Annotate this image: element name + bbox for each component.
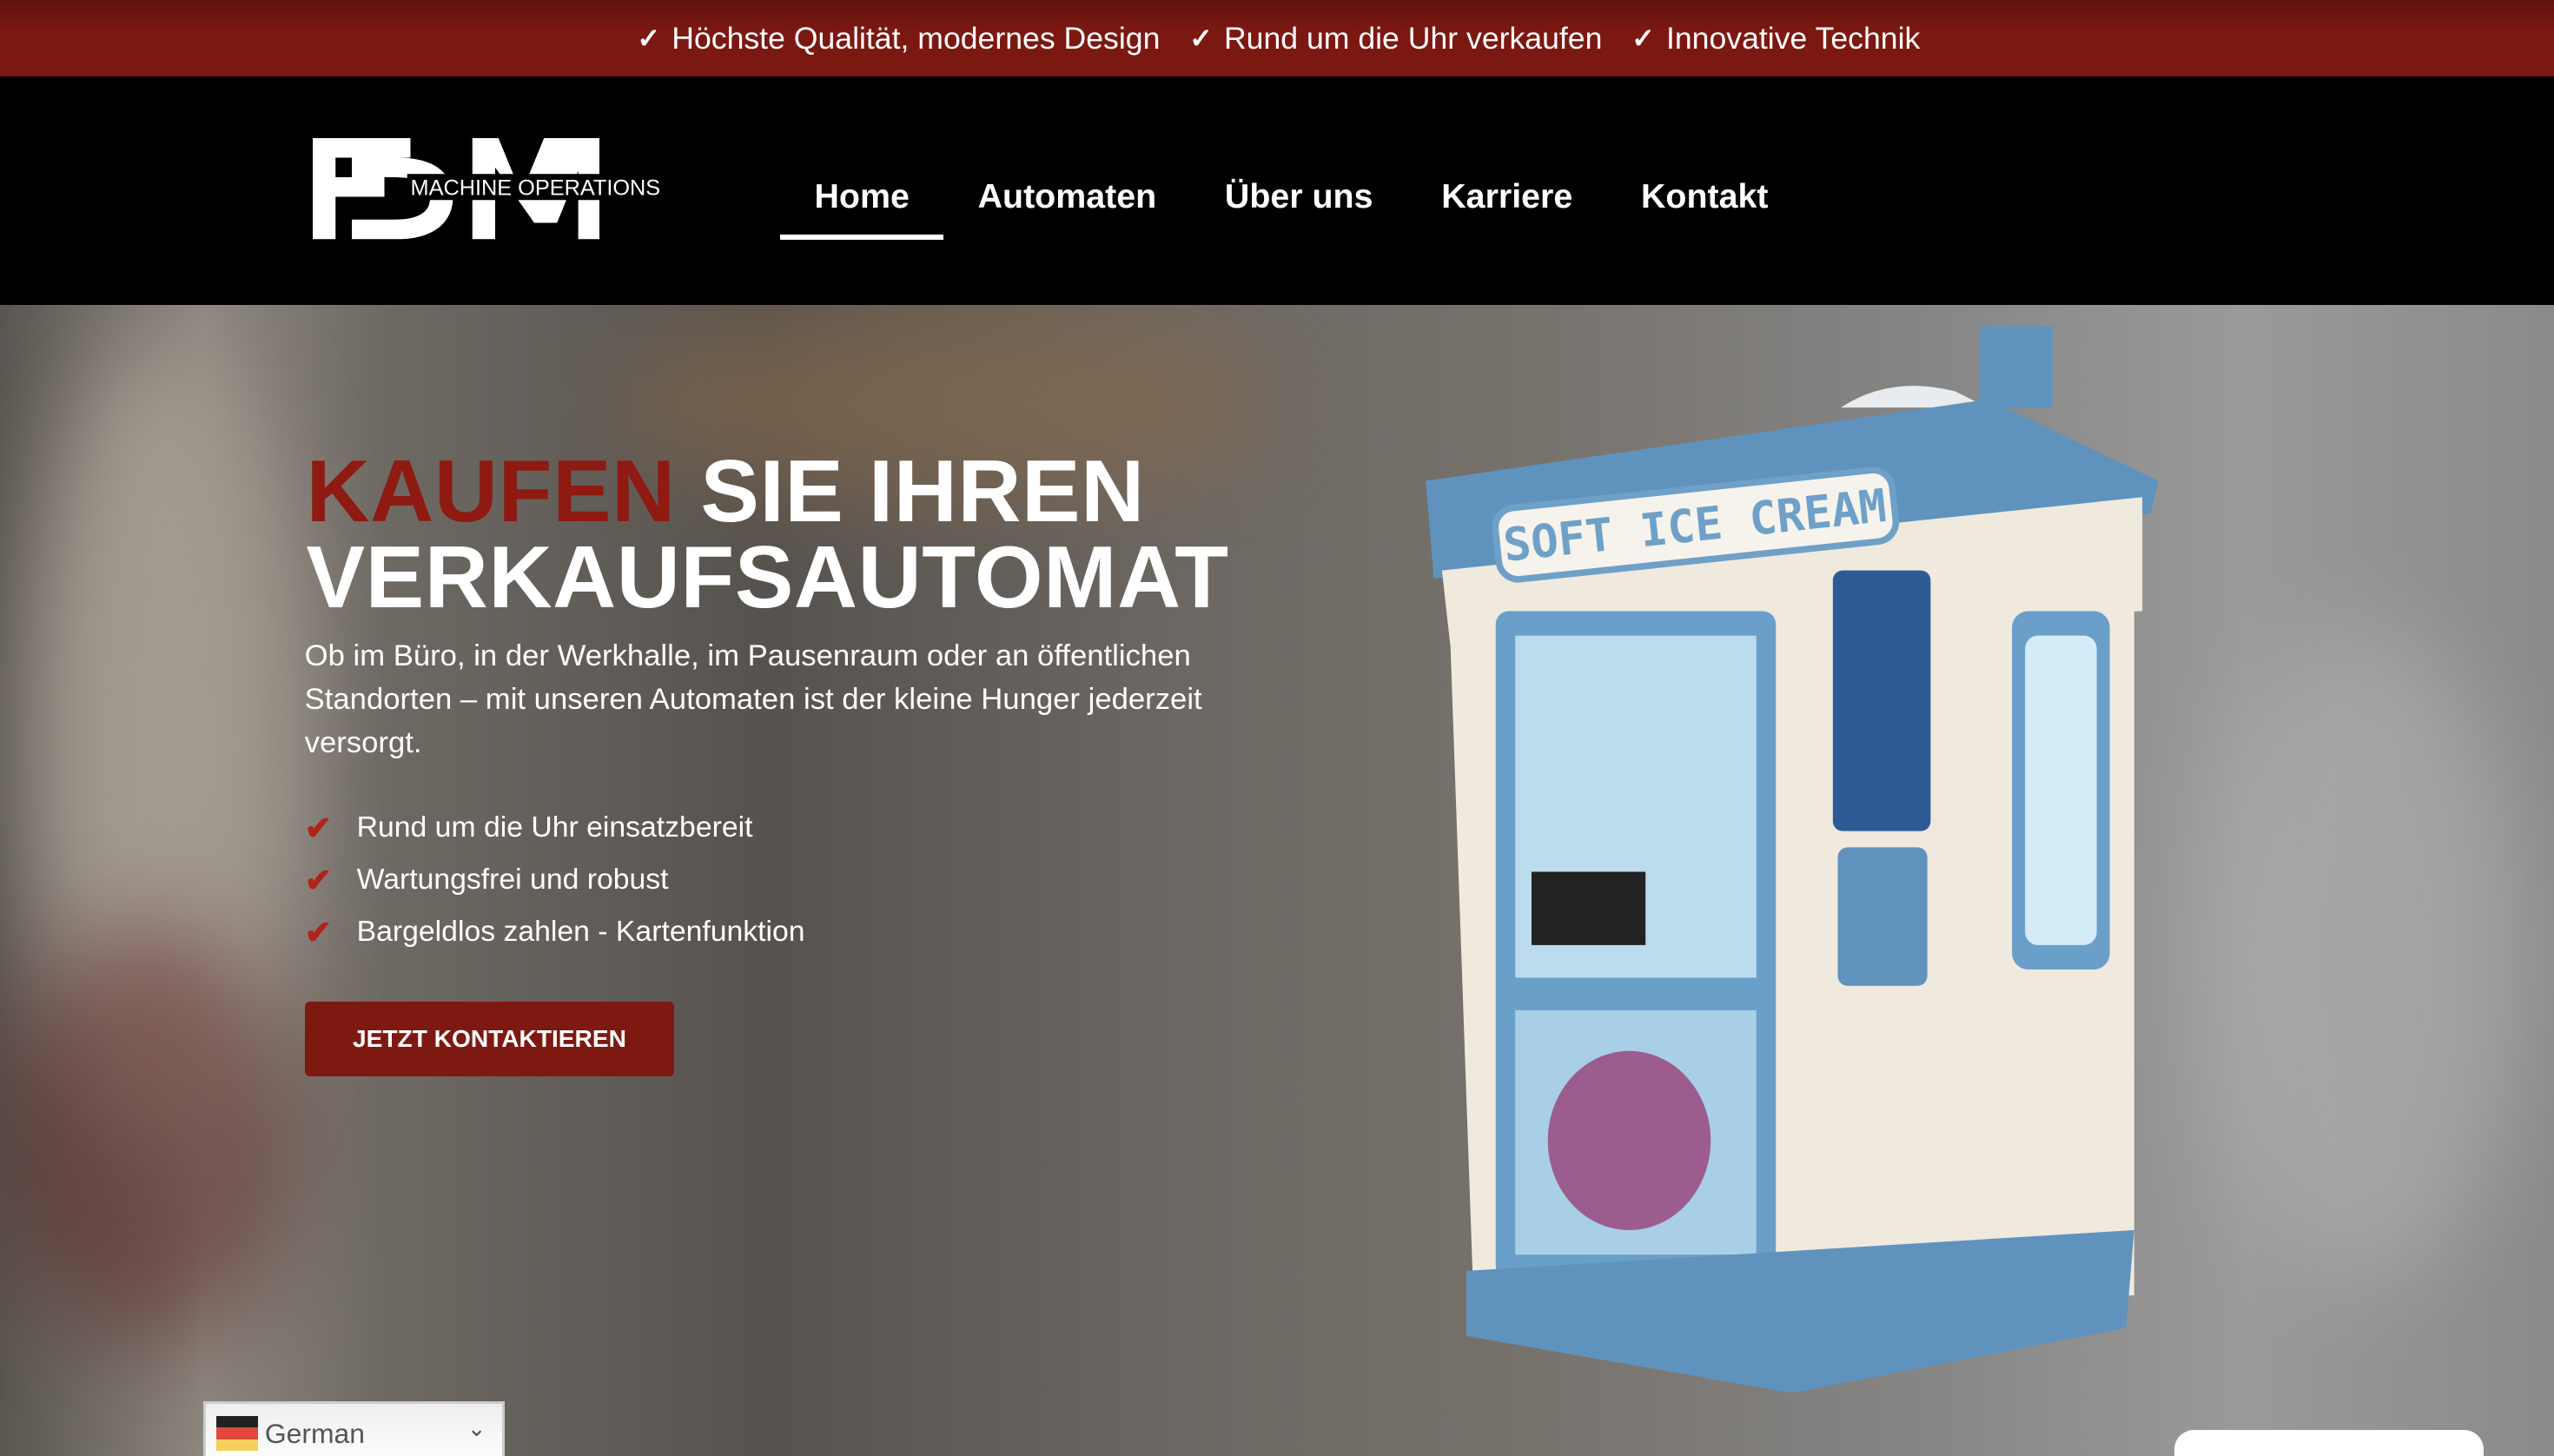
announcement-item: ✓ Innovative Technik bbox=[1631, 21, 1920, 56]
announcement-text: Rund um die Uhr verkaufen bbox=[1223, 20, 1603, 56]
feature-item: ✔ Bargeldlos zahlen - Kartenfunktion bbox=[305, 906, 805, 958]
language-selected: German bbox=[264, 1417, 365, 1449]
hero-title-part: VERKAUFSAUTOMAT bbox=[306, 528, 1229, 626]
german-flag-icon bbox=[215, 1416, 259, 1451]
nav-ueber-uns[interactable]: Über uns bbox=[1191, 177, 1407, 236]
check-icon: ✓ bbox=[1631, 23, 1655, 55]
main-nav: Home Automaten Über uns Karriere Kontakt bbox=[780, 177, 1803, 240]
hero-section: KAUFEN SIE IHREN VERKAUFSAUTOMAT Ob im B… bbox=[0, 304, 2554, 1456]
language-selector[interactable]: German ⌄ bbox=[203, 1400, 506, 1456]
fdm-logo[interactable]: MACHINE OPERATIONS bbox=[313, 138, 679, 242]
nav-home[interactable]: Home bbox=[780, 177, 944, 240]
feature-item: ✔ Wartungsfrei und robust bbox=[305, 854, 805, 906]
floating-widget[interactable] bbox=[2174, 1430, 2485, 1456]
logo-subtitle: MACHINE OPERATIONS bbox=[411, 176, 661, 201]
background-blur bbox=[2199, 630, 2525, 1282]
contact-cta-button[interactable]: JETZT KONTAKTIEREN bbox=[304, 1002, 675, 1077]
feature-text: Rund um die Uhr einsatzbereit bbox=[356, 811, 753, 844]
hero-description: Ob im Büro, in der Werkhalle, im Pausenr… bbox=[304, 639, 1202, 759]
check-icon: ✔ bbox=[304, 809, 333, 846]
top-announcement-bar: ✓ Höchste Qualität, modernes Design ✓ Rund… bbox=[0, 0, 2554, 77]
feature-text: Bargeldlos zahlen - Kartenfunktion bbox=[356, 915, 805, 948]
hero-title-part: SIE IHREN bbox=[675, 441, 1145, 540]
announcement-item: ✓ Höchste Qualität, modernes Design bbox=[637, 21, 1160, 56]
vending-machine-image: SOFT ICE CREAM bbox=[1425, 326, 2159, 1393]
hero-title: KAUFEN SIE IHREN VERKAUFSAUTOMAT bbox=[307, 447, 1229, 621]
announcement-text: Innovative Technik bbox=[1665, 20, 1921, 56]
chevron-down-icon: ⌄ bbox=[466, 1414, 486, 1441]
site-header: MACHINE OPERATIONS Home Automaten Über u… bbox=[0, 76, 2554, 305]
feature-list: ✔ Rund um die Uhr einsatzbereit ✔ Wartungs… bbox=[305, 802, 805, 958]
background-blur bbox=[0, 923, 294, 1347]
check-icon: ✔ bbox=[304, 861, 333, 898]
nav-kontakt[interactable]: Kontakt bbox=[1607, 177, 1803, 236]
nav-karriere[interactable]: Karriere bbox=[1407, 177, 1607, 236]
feature-text: Wartungsfrei und robust bbox=[356, 863, 669, 896]
hero-title-highlight: KAUFEN bbox=[306, 441, 676, 540]
check-icon: ✓ bbox=[1189, 23, 1213, 55]
feature-item: ✔ Rund um die Uhr einsatzbereit bbox=[305, 802, 805, 854]
check-icon: ✔ bbox=[304, 913, 333, 950]
announcement-text: Höchste Qualität, modernes Design bbox=[672, 20, 1161, 56]
announcement-item: ✓ Rund um die Uhr verkaufen bbox=[1189, 21, 1602, 56]
nav-automaten[interactable]: Automaten bbox=[943, 177, 1190, 236]
check-icon: ✓ bbox=[637, 23, 661, 55]
